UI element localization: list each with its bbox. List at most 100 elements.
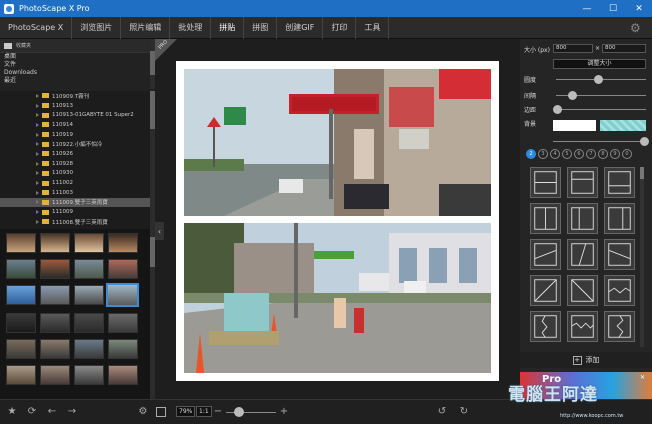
- menu-batch[interactable]: 批处理: [170, 16, 212, 39]
- scrollbar-thumb[interactable]: [640, 167, 644, 179]
- layout-template[interactable]: [604, 311, 635, 342]
- thumbnail[interactable]: [6, 233, 36, 253]
- layout-scrollbar[interactable]: [640, 167, 644, 347]
- layout-tab-4[interactable]: 4: [550, 149, 560, 159]
- layout-template[interactable]: [604, 275, 635, 306]
- layout-tab-0[interactable]: 0: [622, 149, 632, 159]
- folder-item[interactable]: 110926: [0, 149, 150, 159]
- collage-photo-bottom[interactable]: [184, 223, 491, 373]
- folder-item[interactable]: 111009: [0, 207, 150, 217]
- layout-template[interactable]: [567, 275, 598, 306]
- zoom-in-button[interactable]: +: [278, 406, 290, 418]
- thumbnail[interactable]: [108, 313, 138, 333]
- thumbnail[interactable]: [40, 285, 70, 305]
- folder-item[interactable]: 110914: [0, 120, 150, 130]
- star-icon[interactable]: ★: [6, 406, 18, 418]
- collage-photo-top[interactable]: [184, 69, 491, 216]
- thumbnail[interactable]: [6, 339, 36, 359]
- thumbnail[interactable]: [40, 339, 70, 359]
- zoom-slider-knob[interactable]: [234, 407, 244, 417]
- background-color-swatch[interactable]: [553, 120, 596, 131]
- expand-icon[interactable]: [36, 200, 39, 205]
- thumbnail[interactable]: [6, 365, 36, 385]
- rotate-right-icon[interactable]: ↻: [458, 406, 470, 418]
- menu-photoscape[interactable]: PhotoScape X: [0, 16, 73, 39]
- minimize-button[interactable]: —: [574, 0, 600, 17]
- menu-collage[interactable]: 拼贴: [211, 16, 245, 39]
- close-icon[interactable]: ✕: [640, 374, 648, 382]
- expand-icon[interactable]: [36, 181, 39, 186]
- close-button[interactable]: ✕: [626, 0, 652, 17]
- folder-item[interactable]: 110928: [0, 159, 150, 169]
- menu-viewer[interactable]: 浏览图片: [72, 16, 122, 39]
- layout-template[interactable]: [530, 167, 561, 198]
- margin-slider-knob[interactable]: [553, 105, 562, 114]
- thumbnail[interactable]: [40, 365, 70, 385]
- opacity-slider-track[interactable]: [553, 141, 646, 142]
- margin-slider-track[interactable]: [556, 109, 646, 110]
- expand-icon[interactable]: [36, 210, 39, 215]
- expand-icon[interactable]: [36, 151, 39, 156]
- expand-icon[interactable]: [36, 190, 39, 195]
- width-select[interactable]: 800: [553, 44, 593, 53]
- place-item[interactable]: Downloads: [4, 69, 155, 77]
- roundness-slider-knob[interactable]: [594, 75, 603, 84]
- folder-item[interactable]: 110913: [0, 101, 150, 111]
- layout-tab-3[interactable]: 3: [538, 149, 548, 159]
- thumbnail[interactable]: [108, 233, 138, 253]
- spacing-slider-knob[interactable]: [568, 91, 577, 100]
- layout-tab-7[interactable]: 7: [586, 149, 596, 159]
- expand-icon[interactable]: [36, 103, 39, 108]
- layout-tab-9[interactable]: 9: [610, 149, 620, 159]
- place-item[interactable]: 桌面: [4, 53, 155, 61]
- maximize-button[interactable]: ☐: [600, 0, 626, 17]
- thumbnail[interactable]: [40, 313, 70, 333]
- folder-item-selected[interactable]: 111009.雙子三英雨寶: [0, 197, 150, 208]
- folder-item[interactable]: 111002: [0, 178, 150, 188]
- height-select[interactable]: 800: [602, 44, 646, 53]
- layout-template[interactable]: [530, 203, 561, 234]
- collapse-panel-button[interactable]: ‹: [155, 222, 164, 240]
- folder-item[interactable]: 110930: [0, 169, 150, 179]
- expand-icon[interactable]: [36, 171, 39, 176]
- menu-print[interactable]: 打印: [323, 16, 357, 39]
- zoom-actual-size[interactable]: 1:1: [196, 406, 212, 417]
- expand-icon[interactable]: [36, 219, 39, 224]
- layout-template[interactable]: [567, 311, 598, 342]
- menu-create-gif[interactable]: 创建GIF: [277, 16, 324, 39]
- thumbnail[interactable]: [74, 339, 104, 359]
- zoom-out-button[interactable]: −: [212, 406, 224, 418]
- folder-item[interactable]: 111003: [0, 188, 150, 198]
- layout-tab-8[interactable]: 8: [598, 149, 608, 159]
- thumbnail[interactable]: [74, 313, 104, 333]
- thumbnail[interactable]: [74, 365, 104, 385]
- arrow-left-icon[interactable]: ←: [46, 406, 58, 418]
- thumbnail[interactable]: [74, 259, 104, 279]
- gear-icon[interactable]: ⚙: [630, 21, 644, 35]
- thumbnail[interactable]: [40, 259, 70, 279]
- folder-item[interactable]: 110922.小編不怕冷: [0, 139, 150, 149]
- thumbnail[interactable]: [108, 339, 138, 359]
- rotate-left-icon[interactable]: ↺: [436, 406, 448, 418]
- layout-template[interactable]: [530, 275, 561, 306]
- thumbnail[interactable]: [6, 285, 36, 305]
- layout-tab-5[interactable]: 5: [562, 149, 572, 159]
- place-item[interactable]: 最近: [4, 77, 155, 85]
- layout-template[interactable]: [530, 239, 561, 270]
- folder-item[interactable]: 110919: [0, 130, 150, 140]
- resize-button[interactable]: 调整大小: [553, 59, 646, 69]
- thumbnail[interactable]: [108, 259, 138, 279]
- add-button[interactable]: + 添加: [520, 352, 652, 368]
- layout-template[interactable]: [604, 239, 635, 270]
- expand-icon[interactable]: [36, 142, 39, 147]
- folder-item[interactable]: 110913-01GABYTE 01 Super2: [0, 110, 150, 120]
- layout-template[interactable]: [567, 203, 598, 234]
- layout-tab-2[interactable]: 2: [526, 149, 536, 159]
- expand-icon[interactable]: [36, 93, 39, 98]
- opacity-slider-knob[interactable]: [640, 137, 649, 146]
- layout-template[interactable]: [567, 239, 598, 270]
- menu-editor[interactable]: 照片编辑: [121, 16, 171, 39]
- layout-template[interactable]: [530, 311, 561, 342]
- folder-item[interactable]: 110909.T霧刊: [0, 91, 150, 101]
- thumbnail[interactable]: [108, 365, 138, 385]
